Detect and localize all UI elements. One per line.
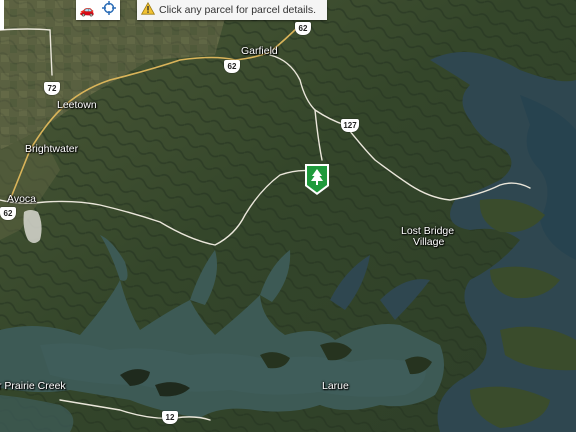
route-62-shield: 62 xyxy=(0,207,16,220)
property-marker[interactable] xyxy=(302,162,332,196)
parcel-notice: Click any parcel for parcel details. xyxy=(137,0,327,20)
panel-edge xyxy=(0,0,4,30)
place-garfield: Garfield xyxy=(241,45,278,57)
crosshair-icon[interactable] xyxy=(102,0,117,20)
notice-text: Click any parcel for parcel details. xyxy=(159,4,316,16)
route-62-shield: 62 xyxy=(295,22,311,35)
map-toolbar[interactable]: 🚗 xyxy=(76,0,120,20)
warning-icon xyxy=(140,1,156,18)
place-leetown: Leetown xyxy=(57,99,97,111)
place-larue: Larue xyxy=(322,380,349,392)
route-12-shield: 12 xyxy=(162,411,178,424)
place-village: Village xyxy=(413,236,445,248)
route-72-shield: 72 xyxy=(44,82,60,95)
place-prairie-creek: r Prairie Creek xyxy=(0,380,66,392)
car-icon[interactable]: 🚗 xyxy=(80,3,95,17)
place-avoca: Avoca xyxy=(7,193,36,205)
satellite-map[interactable] xyxy=(0,0,576,432)
place-brightwater: Brightwater xyxy=(25,143,79,155)
route-127-shield: 127 xyxy=(341,119,359,132)
route-62-shield: 62 xyxy=(224,60,240,73)
